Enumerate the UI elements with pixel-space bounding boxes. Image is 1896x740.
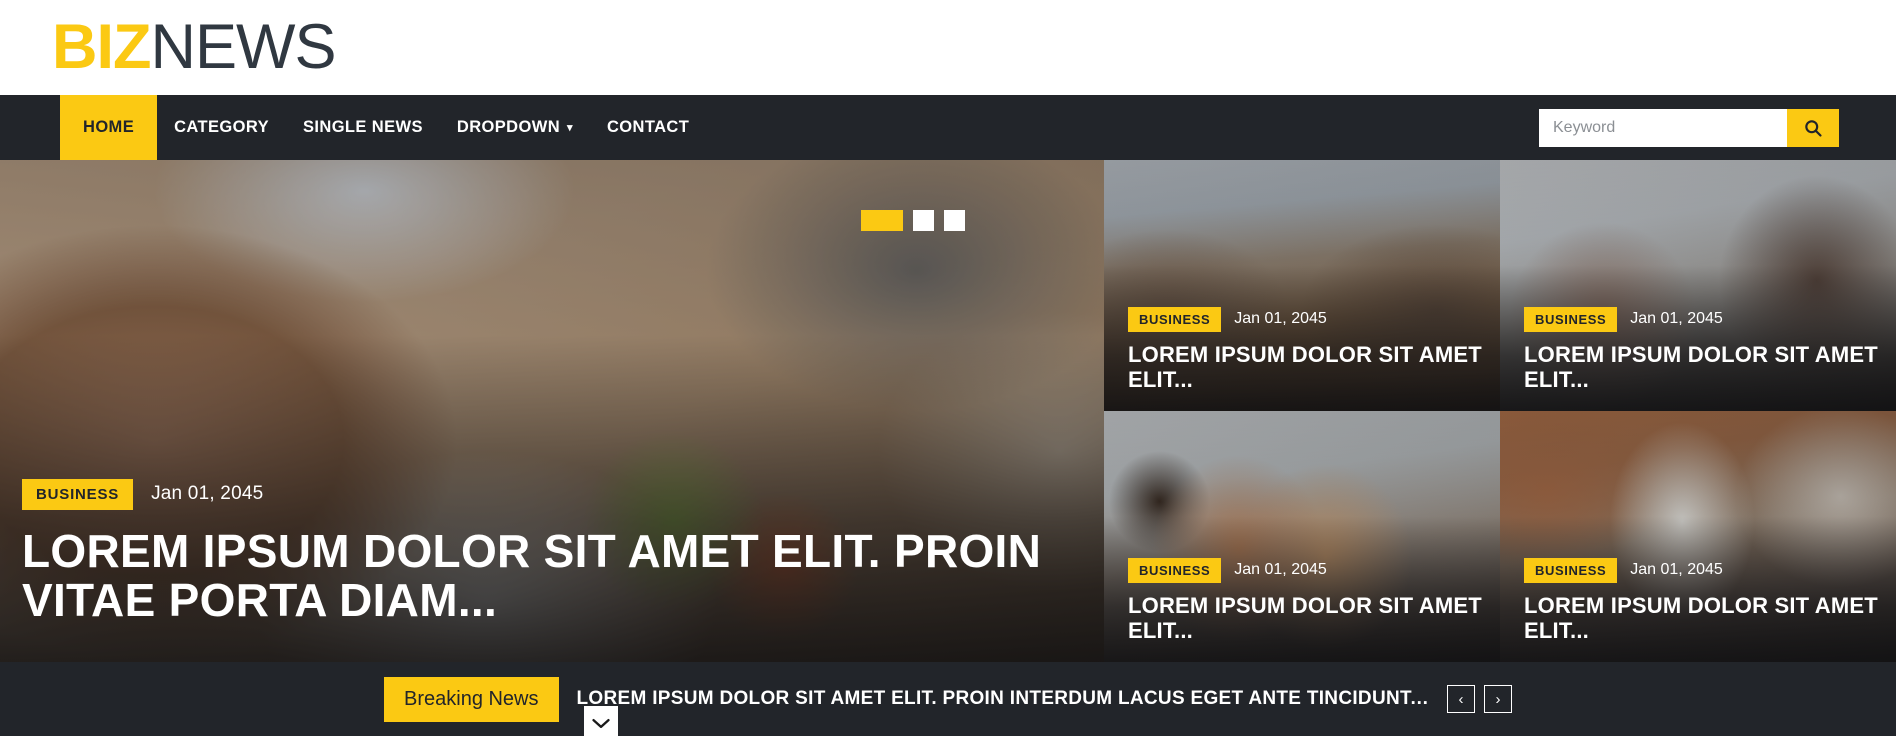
- site-header: BIZ NEWS: [0, 0, 1896, 95]
- news-card[interactable]: BUSINESS Jan 01, 2045 LOREM IPSUM DOLOR …: [1104, 411, 1500, 662]
- prev-button[interactable]: ‹: [1447, 685, 1475, 713]
- next-button[interactable]: ›: [1484, 685, 1512, 713]
- nav-item-category-label: CATEGORY: [174, 118, 269, 136]
- main-navigation: HOME CATEGORY SINGLE NEWS DROPDOWN ▾ CON…: [0, 95, 1896, 160]
- search-button[interactable]: [1787, 108, 1839, 147]
- nav-item-dropdown-label: DROPDOWN: [456, 118, 561, 136]
- breaking-news-label: Breaking News: [384, 676, 559, 722]
- nav-item-category[interactable]: CATEGORY: [157, 95, 286, 160]
- breaking-news-inner: Breaking News LOREM IPSUM DOLOR SIT AMET…: [384, 676, 1512, 722]
- nav-item-single-news-label: SINGLE NEWS: [302, 118, 423, 136]
- publish-date: Jan 01, 2045: [1234, 561, 1327, 579]
- search-input[interactable]: [1539, 108, 1787, 147]
- chevron-down-icon: [592, 718, 610, 728]
- hero-section: BUSINESS Jan 01, 2045 LOREM IPSUM DOLOR …: [0, 160, 1896, 662]
- category-badge[interactable]: BUSINESS: [1128, 306, 1222, 332]
- nav-item-contact-label: CONTACT: [606, 118, 690, 136]
- logo-biz: BIZ: [52, 12, 151, 82]
- nav-item-dropdown[interactable]: DROPDOWN ▾: [440, 95, 590, 160]
- publish-date: Jan 01, 2045: [1234, 310, 1327, 328]
- news-card-title[interactable]: LOREM IPSUM DOLOR SIT AMET ELIT...: [1524, 342, 1878, 393]
- slide-headline[interactable]: LOREM IPSUM DOLOR SIT AMET ELIT. PROIN V…: [22, 526, 1082, 626]
- breaking-news-headline[interactable]: LOREM IPSUM DOLOR SIT AMET ELIT. PROIN I…: [577, 688, 1431, 710]
- site-logo[interactable]: BIZ NEWS: [52, 12, 336, 82]
- publish-date: Jan 01, 2045: [1630, 310, 1723, 328]
- nav-item-list: HOME CATEGORY SINGLE NEWS DROPDOWN ▾ CON…: [60, 95, 706, 160]
- nav-item-contact[interactable]: CONTACT: [590, 95, 706, 160]
- news-card-title[interactable]: LOREM IPSUM DOLOR SIT AMET ELIT...: [1128, 342, 1482, 393]
- publish-date: Jan 01, 2045: [1630, 561, 1723, 579]
- category-badge[interactable]: BUSINESS: [1524, 557, 1618, 583]
- breaking-news-controls: ‹ ›: [1447, 685, 1512, 713]
- breaking-news-bar: Breaking News LOREM IPSUM DOLOR SIT AMET…: [0, 662, 1896, 736]
- nav-item-home-label: HOME: [83, 118, 135, 136]
- news-card-meta: BUSINESS Jan 01, 2045: [1524, 306, 1878, 332]
- featured-thumbnail-grid: BUSINESS Jan 01, 2045 LOREM IPSUM DOLOR …: [1104, 160, 1896, 662]
- news-card-title[interactable]: LOREM IPSUM DOLOR SIT AMET ELIT...: [1128, 593, 1482, 644]
- news-card-meta: BUSINESS Jan 01, 2045: [1524, 557, 1878, 583]
- slide-caption: BUSINESS Jan 01, 2045 LOREM IPSUM DOLOR …: [22, 478, 1082, 626]
- carousel-indicator-1[interactable]: [861, 210, 903, 231]
- news-card-caption: BUSINESS Jan 01, 2045 LOREM IPSUM DOLOR …: [1524, 306, 1878, 393]
- chevron-down-icon: ▾: [567, 122, 573, 134]
- news-card[interactable]: BUSINESS Jan 01, 2045 LOREM IPSUM DOLOR …: [1104, 160, 1500, 411]
- news-card-caption: BUSINESS Jan 01, 2045 LOREM IPSUM DOLOR …: [1128, 306, 1482, 393]
- slide-meta: BUSINESS Jan 01, 2045: [22, 478, 1082, 510]
- publish-date: Jan 01, 2045: [151, 483, 264, 505]
- news-card[interactable]: BUSINESS Jan 01, 2045 LOREM IPSUM DOLOR …: [1500, 160, 1896, 411]
- category-badge[interactable]: BUSINESS: [1524, 306, 1618, 332]
- carousel-indicators: [861, 210, 965, 231]
- carousel-indicator-2[interactable]: [913, 210, 934, 231]
- carousel-indicator-3[interactable]: [944, 210, 965, 231]
- search-bar: [1539, 108, 1839, 147]
- news-card-caption: BUSINESS Jan 01, 2045 LOREM IPSUM DOLOR …: [1128, 557, 1482, 644]
- nav-item-single-news[interactable]: SINGLE NEWS: [286, 95, 440, 160]
- scroll-down-button[interactable]: [584, 706, 618, 740]
- nav-item-home[interactable]: HOME: [60, 95, 158, 160]
- news-card-caption: BUSINESS Jan 01, 2045 LOREM IPSUM DOLOR …: [1524, 557, 1878, 644]
- search-icon: [1805, 119, 1822, 137]
- news-card-title[interactable]: LOREM IPSUM DOLOR SIT AMET ELIT...: [1524, 593, 1878, 644]
- news-card-meta: BUSINESS Jan 01, 2045: [1128, 306, 1482, 332]
- logo-news: NEWS: [150, 12, 336, 82]
- category-badge[interactable]: BUSINESS: [1128, 557, 1222, 583]
- news-card-meta: BUSINESS Jan 01, 2045: [1128, 557, 1482, 583]
- news-card[interactable]: BUSINESS Jan 01, 2045 LOREM IPSUM DOLOR …: [1500, 411, 1896, 662]
- category-badge[interactable]: BUSINESS: [22, 478, 134, 510]
- featured-slider[interactable]: BUSINESS Jan 01, 2045 LOREM IPSUM DOLOR …: [0, 160, 1104, 662]
